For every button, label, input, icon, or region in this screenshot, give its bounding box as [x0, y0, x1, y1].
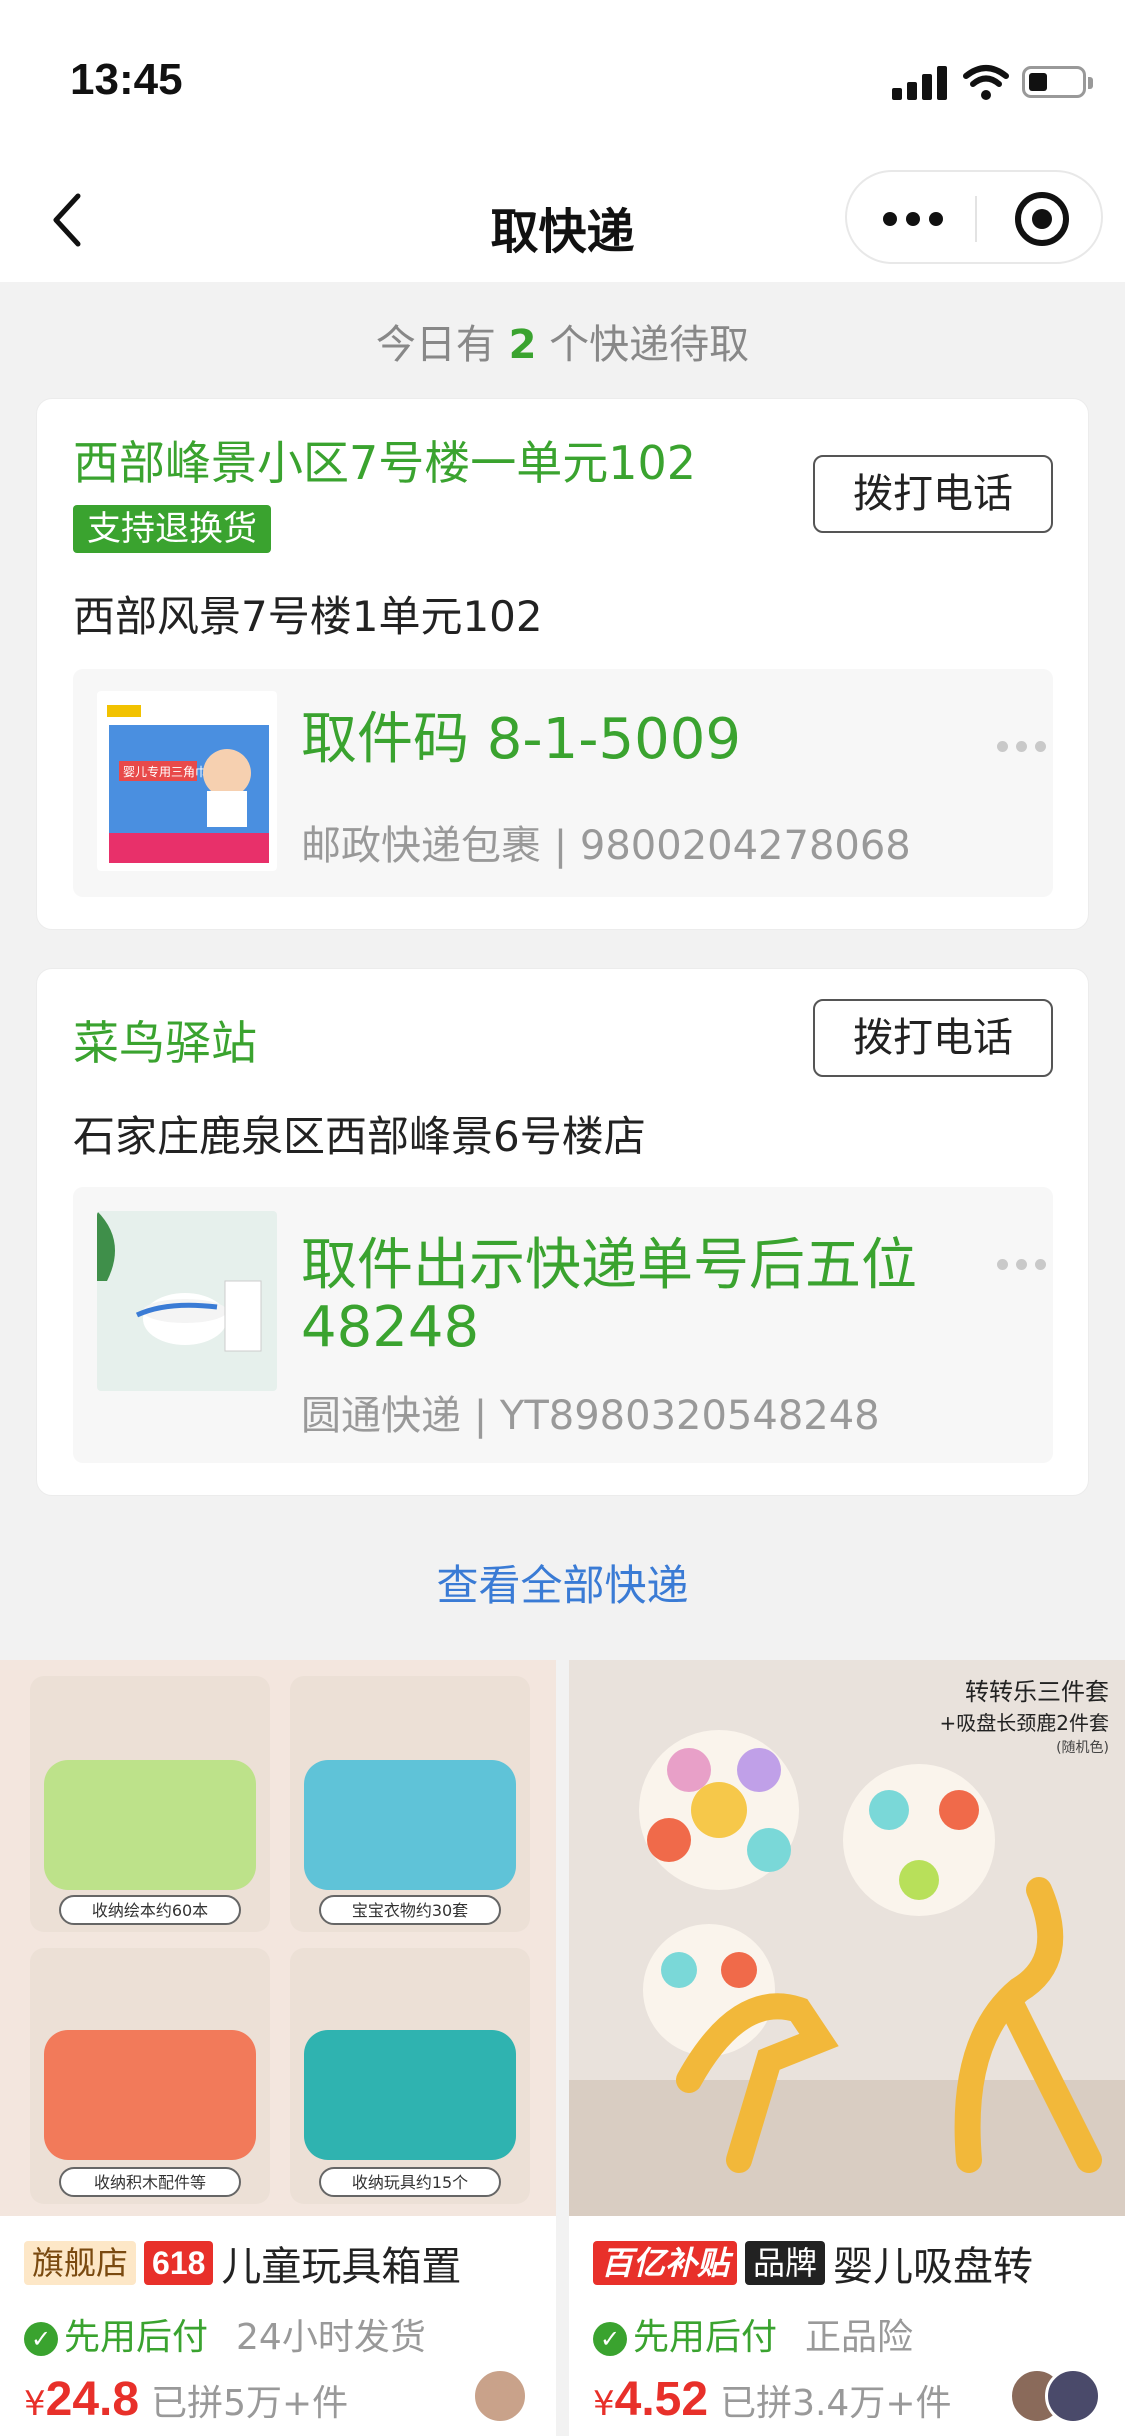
currency-symbol: ¥	[593, 2384, 615, 2424]
image-caption: 转转乐三件套	[965, 1678, 1109, 1706]
product-title: 百亿补贴 品牌 婴儿吸盘转	[593, 2234, 1115, 2290]
wifi-icon	[963, 65, 1009, 100]
buyer-avatars	[1009, 2368, 1109, 2428]
product-price: ¥4.52 已拼3.4万+件	[593, 2372, 951, 2427]
product-title: 旗舰店 618 儿童玩具箱置	[24, 2234, 546, 2290]
package-thumbnail: 婴儿专用三角巾	[97, 691, 277, 871]
pay-later-label: 先用后付	[633, 2317, 778, 2358]
view-all-packages-link[interactable]: 查看全部快递	[0, 1552, 1125, 1613]
package-item[interactable]: 婴儿专用三角巾 取件码 8-1-5009 邮政快递包裹 | 9800204278…	[73, 669, 1053, 897]
pending-summary: 今日有 2 个快递待取	[0, 312, 1125, 370]
product-title-text: 婴儿吸盘转	[833, 2244, 1034, 2290]
station-address: 西部风景7号楼1单元102	[73, 592, 543, 641]
station-name[interactable]: 菜鸟驿站	[73, 1007, 257, 1073]
return-support-tag: 支持退换货	[73, 505, 271, 553]
pending-count: 2	[508, 322, 537, 368]
product-image: 转转乐三件套 +吸盘长颈鹿2件套 (随机色)	[569, 1660, 1125, 2216]
package-thumbnail	[97, 1211, 277, 1391]
pay-later-icon: ✓	[24, 2322, 58, 2356]
image-caption: 收纳玩具约15个	[352, 2173, 468, 2192]
insurance-perk: 正品险	[805, 2317, 914, 2358]
image-caption: (随机色)	[1056, 1739, 1109, 1756]
sold-count: 已拼5万+件	[151, 2383, 349, 2424]
station-card: 菜鸟驿站 拨打电话 石家庄鹿泉区西部峰景6号楼店 取件出示快递单号后五位 482…	[36, 968, 1089, 1496]
package-thumbnail-text: 婴儿专用三角巾	[123, 764, 207, 779]
call-button[interactable]: 拨打电话	[813, 455, 1053, 533]
status-time: 13:45	[70, 55, 183, 104]
battery-icon	[1022, 66, 1093, 98]
close-mini-program-icon[interactable]	[1015, 192, 1069, 246]
subsidy-badge: 百亿补贴	[593, 2241, 738, 2285]
promo-badge: 618	[144, 2241, 214, 2285]
image-caption: +吸盘长颈鹿2件套	[940, 1711, 1109, 1735]
more-icon[interactable]	[883, 206, 943, 230]
pay-later-icon: ✓	[593, 2322, 627, 2356]
pickup-code: 取件码 8-1-5009	[301, 707, 741, 772]
currency-symbol: ¥	[24, 2384, 46, 2424]
buyer-avatars	[472, 2368, 536, 2428]
product-feed: 收纳绘本约60本 宝宝衣物约30套 收纳积木配件等 收纳玩具约15个 旗舰店 61…	[0, 1660, 1125, 2436]
image-caption: 宝宝衣物约30套	[352, 1901, 468, 1920]
summary-suffix: 个快递待取	[549, 322, 750, 368]
pickup-instruction: 取件出示快递单号后五位 48248	[301, 1233, 917, 1360]
more-icon[interactable]	[997, 1259, 1047, 1271]
product-card[interactable]: 转转乐三件套 +吸盘长颈鹿2件套 (随机色) 百亿补贴 品牌 婴儿吸盘转 ✓ 先用后付…	[569, 1660, 1125, 2436]
image-caption: 收纳积木配件等	[94, 2173, 206, 2192]
product-image: 收纳绘本约60本 宝宝衣物约30套 收纳积木配件等 收纳玩具约15个	[0, 1660, 556, 2216]
more-icon[interactable]	[997, 741, 1047, 753]
flagship-badge: 旗舰店	[24, 2241, 137, 2285]
product-perks: ✓ 先用后付 24小时发货	[24, 2308, 426, 2360]
nav-bar: 取快递	[0, 160, 1125, 282]
signal-icon	[892, 66, 948, 100]
product-price: ¥24.8 已拼5万+件	[24, 2372, 348, 2427]
brand-badge: 品牌	[745, 2241, 826, 2285]
package-item[interactable]: 取件出示快递单号后五位 48248 圆通快递 | YT8980320548248	[73, 1187, 1053, 1463]
sold-count: 已拼3.4万+件	[720, 2383, 952, 2424]
package-carrier-tracking: 圆通快递 | YT8980320548248	[301, 1393, 880, 1439]
product-perks: ✓ 先用后付 正品险	[593, 2308, 913, 2360]
price-value: 4.52	[614, 2373, 709, 2426]
price-value: 24.8	[45, 2373, 140, 2426]
summary-prefix: 今日有	[375, 322, 496, 368]
shipping-perk: 24小时发货	[236, 2317, 426, 2358]
status-bar: 13:45	[0, 0, 1125, 160]
station-address: 石家庄鹿泉区西部峰景6号楼店	[73, 1112, 646, 1161]
image-caption: 收纳绘本约60本	[92, 1901, 208, 1920]
product-card[interactable]: 收纳绘本约60本 宝宝衣物约30套 收纳积木配件等 收纳玩具约15个 旗舰店 61…	[0, 1660, 556, 2436]
station-card: 西部峰景小区7号楼一单元102 支持退换货 拨打电话 西部风景7号楼1单元102…	[36, 398, 1089, 930]
station-name[interactable]: 西部峰景小区7号楼一单元102	[73, 427, 696, 493]
capsule-divider	[975, 196, 977, 242]
product-title-text: 儿童玩具箱置	[221, 2244, 462, 2290]
call-button[interactable]: 拨打电话	[813, 999, 1053, 1077]
pay-later-label: 先用后付	[64, 2317, 209, 2358]
package-carrier-tracking: 邮政快递包裹 | 9800204278068	[301, 823, 911, 869]
mini-program-capsule	[845, 170, 1103, 264]
